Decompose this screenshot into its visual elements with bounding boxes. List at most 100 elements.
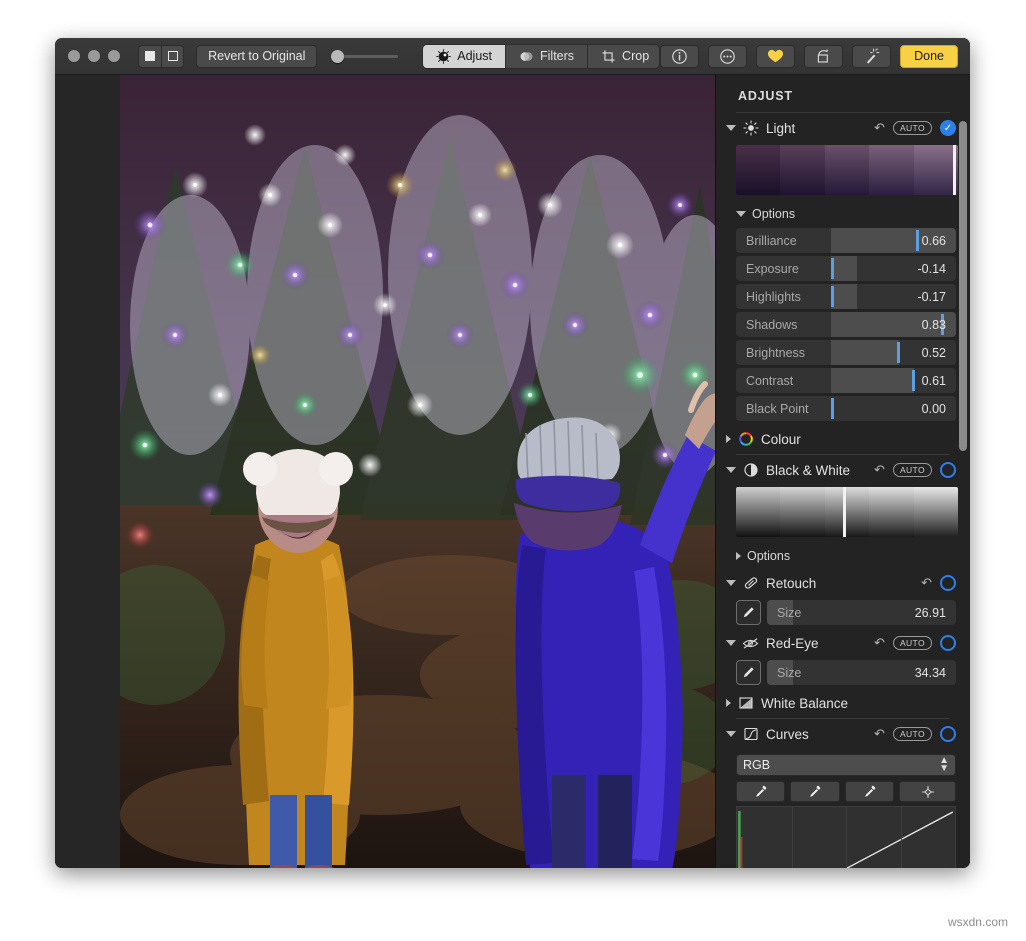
section-header-white-balance[interactable]: White Balance — [716, 688, 970, 718]
red-eye-size-row[interactable]: Size 34.34 — [736, 660, 956, 685]
revert-icon[interactable]: ↶ — [874, 726, 885, 742]
section-header-curves[interactable]: Curves ↶ AUTO — [716, 719, 970, 749]
info-button[interactable] — [660, 45, 699, 68]
tab-filters[interactable]: Filters — [505, 45, 587, 68]
toggle-black-and-white[interactable] — [940, 462, 956, 478]
view-mode-toggle[interactable] — [138, 45, 184, 68]
light-variation-strip[interactable] — [736, 145, 958, 195]
disclosure-triangle-icon[interactable] — [726, 467, 736, 473]
zoom-slider-track — [337, 55, 398, 58]
disclosure-triangle-icon[interactable] — [726, 580, 736, 586]
retouch-brush-icon[interactable] — [736, 600, 761, 625]
disclosure-triangle-icon[interactable] — [726, 731, 736, 737]
section-header-retouch[interactable]: Retouch ↶ — [716, 568, 970, 598]
disclosure-triangle-icon[interactable] — [736, 211, 746, 217]
disclosure-triangle-icon[interactable] — [736, 552, 741, 560]
curves-icon — [742, 726, 759, 743]
zoom-slider-knob[interactable] — [331, 50, 344, 63]
slider-red-eye-size[interactable]: Size 34.34 — [767, 660, 956, 685]
disclosure-triangle-icon[interactable] — [726, 699, 731, 707]
auto-enhance-button[interactable] — [852, 45, 891, 68]
minimize-button[interactable] — [88, 50, 100, 62]
section-header-colour[interactable]: Colour — [716, 424, 970, 454]
light-thumb[interactable] — [869, 145, 913, 195]
toggle-light[interactable]: ✓ — [940, 120, 956, 136]
light-thumb[interactable] — [736, 145, 780, 195]
light-options-header[interactable]: Options — [716, 202, 970, 226]
grey-point-eyedropper[interactable] — [790, 781, 839, 802]
zoom-slider[interactable] — [331, 45, 398, 68]
slider-retouch-size[interactable]: Size 26.91 — [767, 600, 956, 625]
close-button[interactable] — [68, 50, 80, 62]
bw-thumb[interactable] — [869, 487, 913, 537]
tab-crop[interactable]: Crop — [587, 45, 660, 68]
curves-channel-popup[interactable]: RGB ▲▼ — [736, 754, 956, 776]
bw-thumb[interactable] — [780, 487, 824, 537]
red-eye-brush-icon[interactable] — [736, 660, 761, 685]
disclosure-triangle-icon[interactable] — [726, 125, 736, 131]
slider-label: Black Point — [736, 402, 809, 416]
toggle-curves[interactable] — [940, 726, 956, 742]
bw-options-header[interactable]: Options — [716, 544, 970, 568]
bw-thumb[interactable] — [736, 487, 780, 537]
rotate-button[interactable] — [804, 45, 843, 68]
bw-strip-marker[interactable] — [843, 487, 846, 537]
slider-contrast[interactable]: Contrast 0.61 — [736, 368, 956, 393]
light-thumb[interactable] — [914, 145, 958, 195]
photo-canvas[interactable] — [55, 75, 715, 868]
section-label-white-balance: White Balance — [761, 696, 848, 711]
traffic-light-buttons[interactable] — [68, 50, 120, 62]
auto-badge-light[interactable]: AUTO — [893, 121, 932, 135]
done-button[interactable]: Done — [900, 45, 958, 68]
slider-black-point[interactable]: Black Point 0.00 — [736, 396, 956, 421]
disclosure-triangle-icon[interactable] — [726, 435, 731, 443]
chevron-updown-icon[interactable]: ▲▼ — [939, 757, 949, 773]
curves-eyedropper-row[interactable] — [736, 781, 956, 802]
slider-fill — [831, 368, 915, 393]
section-header-light[interactable]: Light ↶ AUTO ✓ — [716, 113, 970, 143]
slider-value: 0.52 — [922, 346, 956, 360]
retouch-size-row[interactable]: Size 26.91 — [736, 600, 956, 625]
black-point-eyedropper[interactable] — [736, 781, 785, 802]
edited-photo[interactable] — [120, 75, 715, 868]
light-options-label: Options — [752, 207, 795, 221]
section-header-black-and-white[interactable]: Black & White ↶ AUTO — [716, 455, 970, 485]
edit-mode-tabs[interactable]: Adjust Filters Crop — [422, 44, 660, 69]
light-thumb[interactable] — [825, 145, 869, 195]
auto-badge-red-eye[interactable]: AUTO — [893, 636, 932, 650]
single-view-button[interactable] — [162, 46, 184, 67]
white-point-eyedropper[interactable] — [845, 781, 894, 802]
toggle-red-eye[interactable] — [940, 635, 956, 651]
revert-icon[interactable]: ↶ — [874, 635, 885, 651]
zoom-button[interactable] — [108, 50, 120, 62]
bw-variation-strip[interactable] — [736, 487, 958, 537]
light-thumb[interactable] — [780, 145, 824, 195]
section-header-red-eye[interactable]: Red-Eye ↶ AUTO — [716, 628, 970, 658]
disclosure-triangle-icon[interactable] — [726, 640, 736, 646]
slider-brightness[interactable]: Brightness 0.52 — [736, 340, 956, 365]
bw-thumb[interactable] — [825, 487, 869, 537]
inspector-scrollbar[interactable] — [959, 121, 967, 451]
auto-badge-bw[interactable]: AUTO — [893, 463, 932, 477]
revert-icon[interactable]: ↶ — [921, 575, 932, 591]
revert-icon[interactable]: ↶ — [874, 120, 885, 136]
split-view-button[interactable] — [139, 46, 161, 67]
light-strip-marker[interactable] — [953, 145, 956, 195]
slider-exposure[interactable]: Exposure -0.14 — [736, 256, 956, 281]
curves-graph[interactable] — [736, 806, 956, 868]
slider-label: Brightness — [736, 346, 805, 360]
toggle-retouch[interactable] — [940, 575, 956, 591]
more-options-button[interactable] — [708, 45, 747, 68]
slider-highlights[interactable]: Highlights -0.17 — [736, 284, 956, 309]
bw-thumb[interactable] — [914, 487, 958, 537]
slider-shadows[interactable]: Shadows 0.83 — [736, 312, 956, 337]
revert-icon[interactable]: ↶ — [874, 462, 885, 478]
tab-adjust[interactable]: Adjust — [423, 45, 505, 68]
favorite-button[interactable] — [756, 45, 795, 68]
slider-brilliance[interactable]: Brilliance 0.66 — [736, 228, 956, 253]
auto-badge-curves[interactable]: AUTO — [893, 727, 932, 741]
filled-square-icon — [145, 51, 155, 61]
eyedropper-icon — [863, 785, 877, 799]
add-point-target[interactable] — [899, 781, 956, 802]
revert-to-original-button[interactable]: Revert to Original — [196, 45, 317, 68]
